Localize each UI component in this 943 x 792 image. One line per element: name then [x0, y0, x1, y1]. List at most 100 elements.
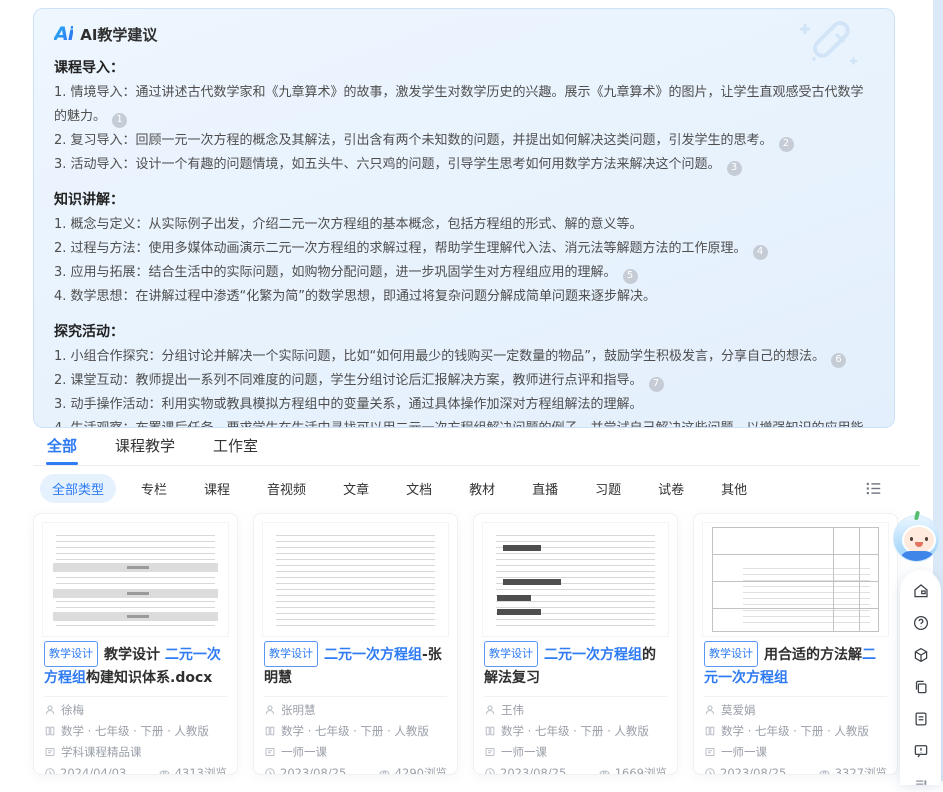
citation-badge[interactable]: 3 — [727, 161, 742, 176]
citation-badge[interactable]: 4 — [753, 245, 768, 260]
help-icon[interactable] — [912, 614, 930, 632]
publish-date: 2023/08/25 — [280, 766, 346, 775]
suggestion-line: 4. 数学思想：在讲解过程中渗透“化繁为简”的数学思想，即通过将复杂问题分解成简… — [54, 285, 874, 309]
suggestion-line: 3. 活动导入：设计一个有趣的问题情境，如五头牛、六只鸡的问题，引导学生思考如何… — [54, 153, 874, 177]
filter-live[interactable]: 直播 — [520, 474, 570, 503]
resource-card-2[interactable]: 教学设计二元一次方程组-张明慧 张明慧 数学 · 七年级 · 下册 · 人教版 … — [253, 513, 458, 775]
filter-exercise[interactable]: 习题 — [583, 474, 633, 503]
cube-icon[interactable] — [912, 646, 930, 664]
filter-course[interactable]: 课程 — [192, 474, 242, 503]
person-icon — [484, 704, 496, 716]
card-meta: 徐梅 数学 · 七年级 · 下册 · 人教版 学科课程精品课 2024/04/0… — [34, 702, 237, 775]
mascot-collar — [900, 551, 935, 562]
filter-audio-video[interactable]: 音视频 — [255, 474, 318, 503]
title-segment: 构建知识体系.docx — [86, 670, 212, 686]
list-view-toggle[interactable] — [865, 481, 882, 496]
filter-all-types[interactable]: 全部类型 — [40, 474, 116, 503]
filter-column[interactable]: 专栏 — [129, 474, 179, 503]
channel-row: 一师一课 — [484, 744, 667, 760]
document-icon[interactable] — [912, 710, 930, 728]
type-badge: 教学设计 — [704, 641, 758, 667]
citation-badge[interactable]: 2 — [779, 137, 794, 152]
suggestion-line: 2. 过程与方法：使用多媒体动画演示二元一次方程组的求解过程，帮助学生理解代入法… — [54, 237, 874, 261]
person-icon — [44, 704, 56, 716]
assistant-mascot-avatar[interactable] — [893, 515, 940, 562]
channel-name: 学科课程精品课 — [61, 744, 142, 760]
title-segment: 教学设计 — [104, 647, 165, 663]
tab-studio[interactable]: 工作室 — [213, 432, 258, 465]
resource-card-1[interactable]: 教学设计教学设计 二元一次方程组构建知识体系.docx 徐梅 数学 · 七年级 … — [33, 513, 238, 775]
filter-textbook[interactable]: 教材 — [457, 474, 507, 503]
book-icon — [484, 725, 496, 737]
author-name: 莫爱娟 — [721, 702, 756, 718]
card-divider — [484, 696, 667, 697]
section-heading-exploration: 探究活动： — [54, 321, 874, 341]
document-thumbnail — [42, 522, 229, 637]
eye-icon — [598, 767, 611, 775]
tab-course-teaching[interactable]: 课程教学 — [115, 432, 175, 465]
publish-date: 2023/08/25 — [500, 766, 566, 775]
course-row: 数学 · 七年级 · 下册 · 人教版 — [264, 723, 447, 739]
title-segment-highlight: 二元一次方程组 — [324, 647, 422, 663]
course-info: 数学 · 七年级 · 下册 · 人教版 — [721, 723, 869, 739]
citation-badge[interactable]: 1 — [112, 113, 127, 128]
suggestion-line: 1. 情境导入：通过讲述古代数学家和《九章算术》的故事，激发学生对数学历史的兴趣… — [54, 81, 874, 129]
filter-other[interactable]: 其他 — [709, 474, 759, 503]
panel-title: AI教学建议 — [80, 24, 157, 45]
line-text: 3. 应用与拓展：结合生活中的实际问题，如购物分配问题，进一步巩固学生对方程组应… — [54, 265, 617, 280]
type-badge: 教学设计 — [484, 641, 538, 667]
resource-card-3[interactable]: 教学设计二元一次方程组的解法复习 王伟 数学 · 七年级 · 下册 · 人教版 … — [473, 513, 678, 775]
line-text: 4. 生活观察：布置课后任务，要求学生在生活中寻找可以用二元一次方程组解决问题的… — [54, 421, 864, 428]
suggestion-line: 3. 动手操作活动：利用实物或教具模拟方程组中的变量关系，通过具体操作加深对方程… — [54, 393, 874, 417]
eye-icon — [818, 767, 831, 775]
card-title: 教学设计用合适的方法解二元一次方程组 — [694, 641, 897, 689]
channel-row: 学科课程精品课 — [44, 744, 227, 760]
citation-badge[interactable]: 6 — [831, 353, 846, 368]
list-view-icon — [865, 481, 882, 496]
card-divider — [264, 696, 447, 697]
author-name: 张明慧 — [281, 702, 316, 718]
menu-icon[interactable] — [912, 774, 930, 792]
citation-badge[interactable]: 5 — [623, 269, 638, 284]
stats-row: 2023/08/25 4290浏览 — [264, 765, 447, 775]
course-info: 数学 · 七年级 · 下册 · 人教版 — [281, 723, 429, 739]
feedback-icon[interactable] — [912, 742, 930, 760]
resource-card-grid: 教学设计教学设计 二元一次方程组构建知识体系.docx 徐梅 数学 · 七年级 … — [33, 513, 898, 775]
card-meta: 莫爱娟 数学 · 七年级 · 下册 · 人教版 一师一课 2023/08/25 … — [694, 702, 897, 775]
line-text: 3. 动手操作活动：利用实物或教具模拟方程组中的变量关系，通过具体操作加深对方程… — [54, 397, 643, 412]
resource-card-4[interactable]: 教学设计用合适的方法解二元一次方程组 莫爱娟 数学 · 七年级 · 下册 · 人… — [693, 513, 898, 775]
filter-exam[interactable]: 试卷 — [646, 474, 696, 503]
filter-article[interactable]: 文章 — [331, 474, 381, 503]
line-text: 2. 过程与方法：使用多媒体动画演示二元一次方程组的求解过程，帮助学生理解代入法… — [54, 241, 747, 256]
citation-badge[interactable]: 7 — [649, 377, 664, 392]
suggestion-line: 2. 复习导入：回顾一元一次方程的概念及其解法，引出含有两个未知数的问题，并提出… — [54, 129, 874, 153]
view-count: 3327浏览 — [835, 765, 887, 775]
collection-icon — [704, 746, 716, 758]
copy-icon[interactable] — [912, 678, 930, 696]
view-count: 1669浏览 — [615, 765, 667, 775]
author-name: 王伟 — [501, 702, 524, 718]
document-thumbnail — [482, 522, 669, 637]
course-row: 数学 · 七年级 · 下册 · 人教版 — [704, 723, 887, 739]
result-tabs: 全部 课程教学 工作室 — [33, 432, 920, 466]
type-badge: 教学设计 — [44, 641, 98, 667]
mascot-helmet — [893, 515, 940, 562]
card-divider — [704, 696, 887, 697]
line-text: 1. 概念与定义：从实际例子出发，介绍二元一次方程组的基本概念，包括方程组的形式… — [54, 217, 643, 232]
line-text: 1. 情境导入：通过讲述古代数学家和《九章算术》的故事，激发学生对数学历史的兴趣… — [54, 85, 864, 124]
view-count: 4313浏览 — [175, 765, 227, 775]
title-segment: 用合适的方法解 — [764, 647, 862, 663]
book-icon — [44, 725, 56, 737]
clock-icon — [704, 767, 716, 775]
tab-all[interactable]: 全部 — [47, 432, 77, 465]
filter-document[interactable]: 文档 — [394, 474, 444, 503]
home-icon[interactable] — [912, 582, 930, 600]
collection-icon — [264, 746, 276, 758]
card-meta: 张明慧 数学 · 七年级 · 下册 · 人教版 一师一课 2023/08/25 … — [254, 702, 457, 775]
suggestion-line: 2. 课堂互动：教师提出一系列不同难度的问题，学生分组讨论后汇报解决方案，教师进… — [54, 369, 874, 393]
stats-row: 2023/08/25 1669浏览 — [484, 765, 667, 775]
course-row: 数学 · 七年级 · 下册 · 人教版 — [484, 723, 667, 739]
clock-icon — [44, 767, 56, 775]
eye-icon — [378, 767, 391, 775]
line-text: 2. 复习导入：回顾一元一次方程的概念及其解法，引出含有两个未知数的问题，并提出… — [54, 133, 773, 148]
